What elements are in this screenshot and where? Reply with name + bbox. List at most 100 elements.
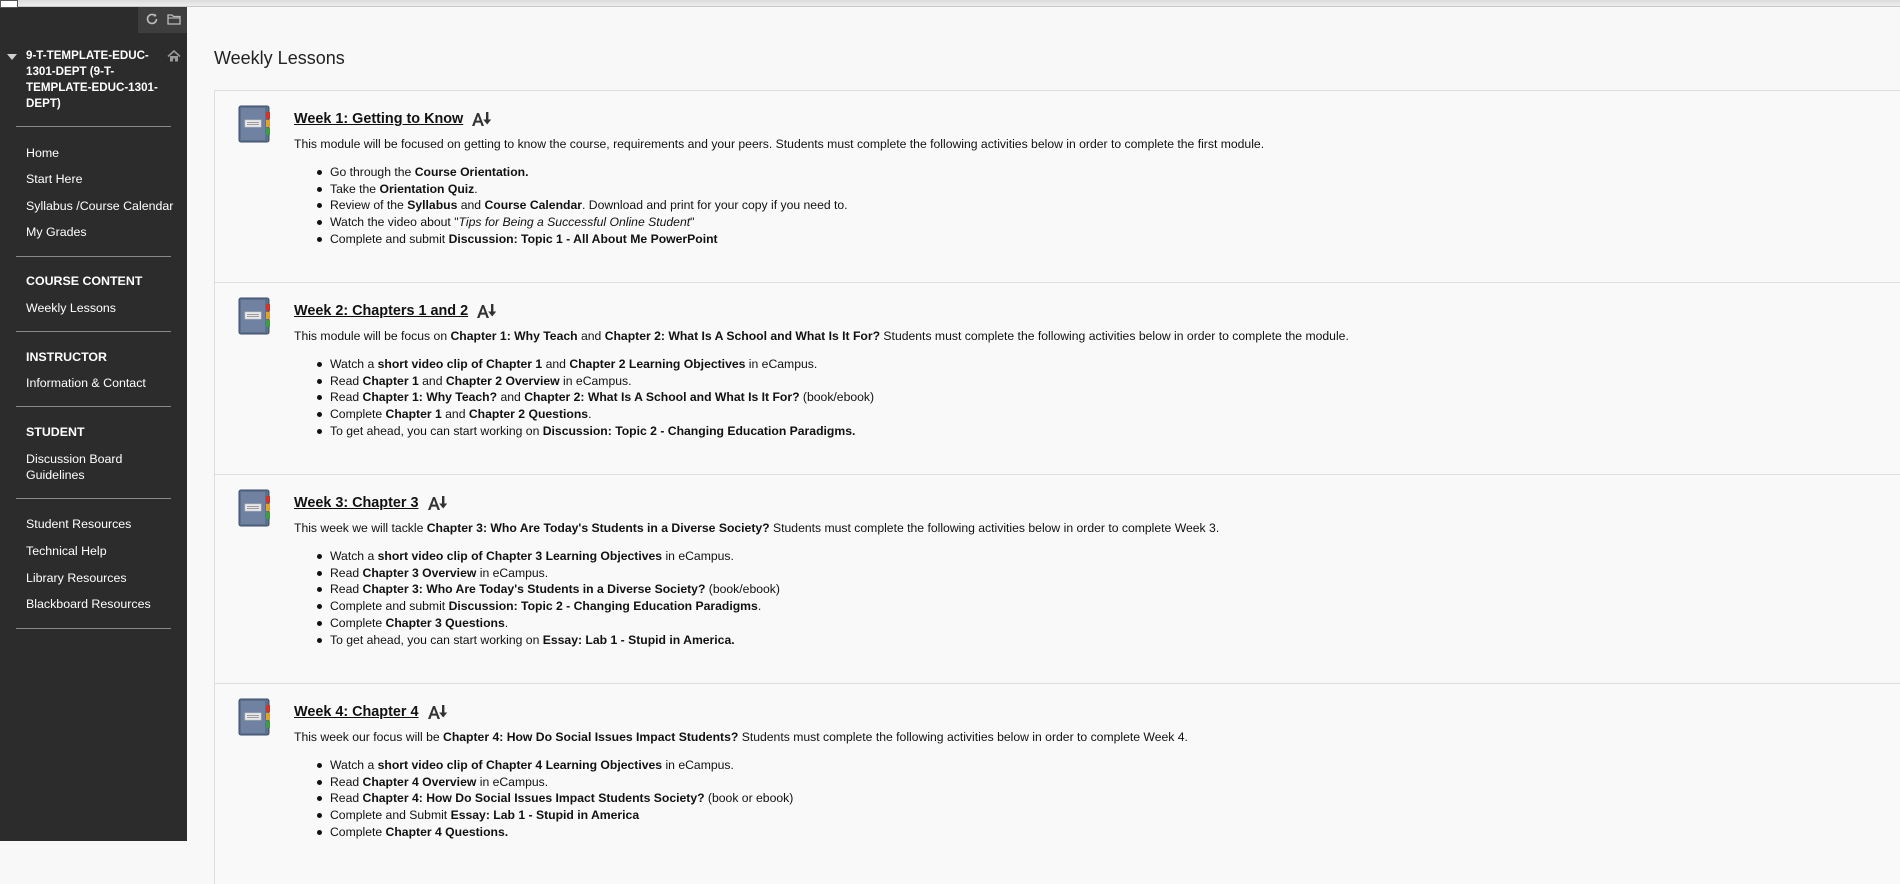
activity-list-item: Complete Chapter 3 Questions. (317, 615, 1900, 632)
menu-item-discussion-guidelines[interactable]: Discussion Board Guidelines (26, 451, 146, 483)
text-segment: Complete and submit (330, 599, 449, 614)
menu-item-weekly-lessons[interactable]: Weekly Lessons (26, 300, 116, 316)
notebook-icon (236, 296, 272, 336)
menu-item-my-grades[interactable]: My Grades (26, 224, 87, 240)
activity-list-item: Read Chapter 4: How Do Social Issues Imp… (317, 790, 1900, 807)
activity-list-item: To get ahead, you can start working on E… (317, 632, 1900, 649)
text-segment: and (418, 373, 446, 388)
bold-text: Chapter 4: How Do Social Issues Impact S… (362, 791, 705, 806)
activity-list-item: Complete and submit Discussion: Topic 1 … (317, 231, 1900, 248)
menu-item-home[interactable]: Home (26, 145, 59, 161)
text-segment: Complete and submit (330, 231, 449, 246)
refresh-icon[interactable] (144, 11, 160, 27)
lesson-title-link[interactable]: Week 3: Chapter 3 (294, 495, 419, 511)
notebook-icon (236, 104, 272, 144)
lesson-item: Week 3: Chapter 3 This week we will tackl… (214, 474, 1900, 683)
bold-text: Course Calendar (484, 198, 582, 213)
activity-list-item: Read Chapter 1: Why Teach? and Chapter 2… (317, 389, 1900, 406)
menu-item-blackboard-resources[interactable]: Blackboard Resources (26, 596, 151, 612)
course-menu-sidebar: 9-T-TEMPLATE-EDUC-1301-DEPT (9-T-TEMPLAT… (0, 0, 187, 841)
text-segment: (book/ebook) (705, 582, 780, 597)
text-segment: This week our focus will be (294, 730, 444, 744)
text-segment: To get ahead, you can start working on (330, 423, 543, 438)
menu-item-technical-help[interactable]: Technical Help (26, 543, 107, 559)
text-segment: and (457, 198, 485, 213)
text-segment: (book or ebook) (704, 791, 794, 806)
text-sort-icon[interactable] (476, 302, 498, 320)
bold-text: Chapter 3: Who Are Today's Students in a… (426, 521, 770, 535)
menu-item-syllabus[interactable]: Syllabus /Course Calendar (26, 198, 173, 214)
text-segment: . Download and print for your copy if yo… (582, 198, 848, 213)
bold-text: short video clip of Chapter 3 Learning O… (377, 549, 663, 563)
bold-text: Chapter 1 (362, 373, 419, 388)
lesson-body: Week 4: Chapter 4 This week our focus wil… (215, 684, 1900, 841)
activity-list-item: Complete and submit Discussion: Topic 2 … (317, 598, 1900, 615)
bold-text: Essay: Lab 1 - Stupid in America. (542, 632, 735, 647)
text-segment: Take the (330, 181, 380, 196)
text-sort-icon[interactable] (471, 110, 493, 128)
text-segment: Complete (330, 824, 386, 839)
bold-text: short video clip of Chapter 1 (377, 357, 543, 371)
lesson-item: Week 4: Chapter 4 This week our focus wil… (214, 683, 1900, 884)
text-segment: Students must complete the following act… (738, 730, 1188, 744)
bold-text: Chapter 3: Who Are Today's Students in a… (362, 582, 706, 597)
lesson-description: This module will be focus on Chapter 1: … (294, 329, 1900, 344)
menu-item-library-resources[interactable]: Library Resources (26, 570, 127, 586)
activity-list: Watch a short video clip of Chapter 1 an… (294, 356, 1900, 440)
collapse-menu-caret-icon[interactable] (7, 54, 17, 60)
folder-icon[interactable] (166, 11, 182, 27)
text-segment: Read (330, 791, 363, 806)
lesson-description: This week we will tackle Chapter 3: Who … (294, 521, 1900, 536)
text-segment: in eCampus. (476, 565, 549, 580)
text-sort-icon[interactable] (427, 494, 449, 512)
lesson-title-link[interactable]: Week 2: Chapters 1 and 2 (294, 303, 468, 319)
lesson-item: Week 1: Getting to Know This module will … (214, 90, 1900, 282)
menu-divider (16, 498, 171, 499)
bold-text: Chapter 3 Overview (362, 565, 477, 580)
text-segment: . (504, 615, 509, 630)
text-segment: Watch the video about " (330, 215, 459, 230)
lesson-title-row: Week 2: Chapters 1 and 2 (294, 300, 1900, 322)
lesson-item: Week 2: Chapters 1 and 2 This module will… (214, 282, 1900, 474)
text-segment: This module will be focus on (294, 329, 451, 343)
text-segment: Read (330, 582, 363, 597)
menu-item-information-contact[interactable]: Information & Contact (26, 375, 146, 391)
menu-item-student-resources[interactable]: Student Resources (26, 516, 131, 532)
bold-text: short video clip of Chapter 4 Learning O… (377, 758, 663, 772)
activity-list: Go through the Course Orientation. Take t… (294, 164, 1900, 248)
window-corner-box (0, 0, 18, 8)
home-icon[interactable] (166, 48, 182, 64)
bold-text: Chapter 2 Learning Objectives (569, 357, 746, 371)
text-segment: . (588, 407, 592, 422)
text-segment: Read (330, 373, 363, 388)
lesson-body: Week 3: Chapter 3 This week we will tackl… (215, 475, 1900, 648)
bold-text: Chapter 4 Questions. (385, 824, 509, 839)
bold-text: Orientation Quiz (379, 181, 475, 196)
activity-list-item: Watch a short video clip of Chapter 1 an… (317, 356, 1900, 373)
text-sort-icon[interactable] (427, 703, 449, 721)
text-segment: Complete and Submit (330, 808, 451, 823)
lesson-description: This module will be focused on getting t… (294, 137, 1900, 152)
lesson-body: Week 2: Chapters 1 and 2 This module will… (215, 283, 1900, 440)
menu-item-start-here[interactable]: Start Here (26, 171, 82, 187)
text-segment: This module will be focused on getting t… (294, 137, 1265, 151)
activity-list: Watch a short video clip of Chapter 3 Le… (294, 548, 1900, 648)
bold-text: Chapter 1: Why Teach (450, 329, 578, 343)
lesson-title-link[interactable]: Week 1: Getting to Know (294, 111, 463, 127)
activity-list-item: Review of the Syllabus and Course Calend… (317, 197, 1900, 214)
lesson-title-row: Week 4: Chapter 4 (294, 701, 1900, 723)
text-segment: Read (330, 774, 363, 789)
bold-text: Chapter 2 Questions (468, 407, 589, 422)
bold-text: Course Orientation. (414, 165, 529, 179)
bold-text: Chapter 4 Overview (362, 774, 477, 789)
menu-divider (16, 256, 171, 257)
course-title[interactable]: 9-T-TEMPLATE-EDUC-1301-DEPT (9-T-TEMPLAT… (26, 48, 168, 112)
text-segment: in eCampus. (559, 373, 632, 388)
bold-text: Syllabus (407, 198, 458, 213)
menu-heading-instructor: INSTRUCTOR (26, 350, 107, 364)
bold-text: Discussion: Topic 1 - All About Me Power… (448, 231, 718, 246)
lesson-title-link[interactable]: Week 4: Chapter 4 (294, 704, 419, 720)
lesson-list: Week 1: Getting to Know This module will … (214, 90, 1900, 884)
italic-text: Tips for Being a Successful Online Stude… (458, 215, 691, 230)
activity-list-item: Read Chapter 3: Who Are Today's Students… (317, 581, 1900, 598)
